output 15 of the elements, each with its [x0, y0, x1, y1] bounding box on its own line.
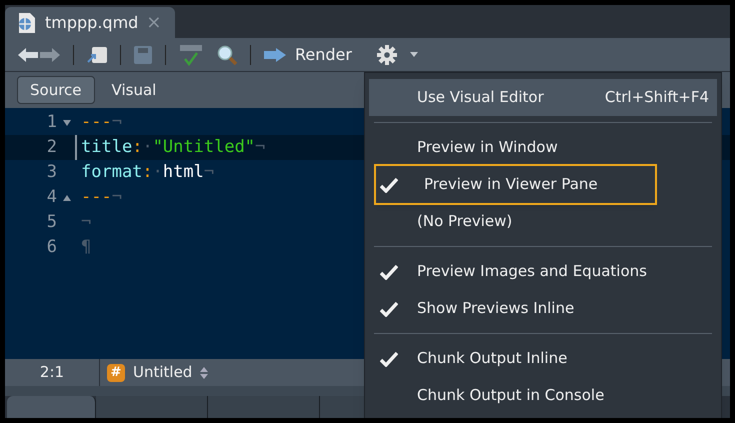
- shortcut-text: Ctrl+Shift+F4: [604, 87, 709, 108]
- code-text: title:·"Untitled"¬: [75, 135, 266, 160]
- file-name: tmppp.qmd: [45, 12, 138, 34]
- code-text: ¬: [80, 210, 92, 234]
- code-text: ¶: [80, 236, 92, 259]
- line-number: 1: [46, 110, 57, 134]
- code-text: ---¬: [80, 186, 122, 209]
- section-badge: #: [107, 364, 125, 382]
- line-number: 2: [46, 136, 57, 159]
- line-number: 4: [46, 186, 57, 209]
- line-number: 3: [46, 160, 57, 184]
- line-number: 6: [46, 236, 57, 259]
- code-text: format:·html¬: [80, 160, 214, 184]
- code-text: ---¬: [80, 110, 122, 134]
- line-number: 5: [46, 210, 57, 234]
